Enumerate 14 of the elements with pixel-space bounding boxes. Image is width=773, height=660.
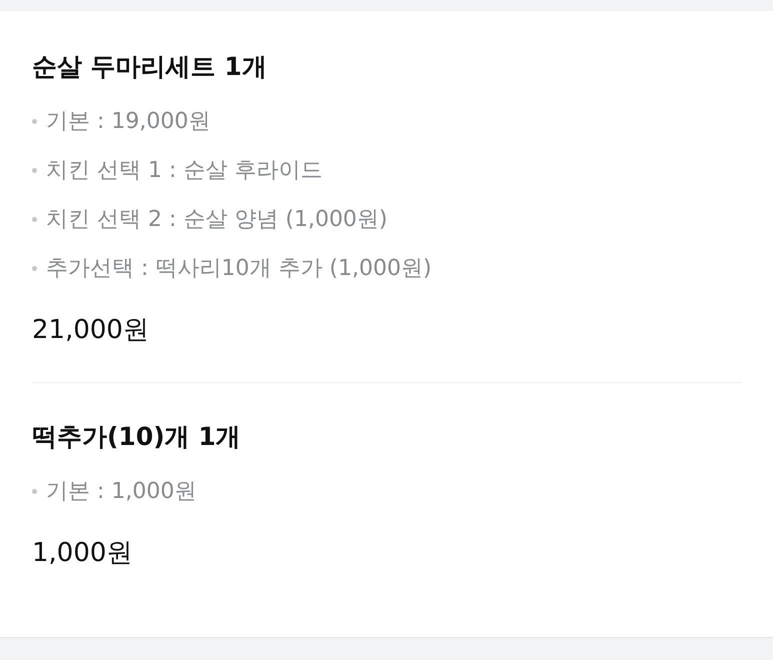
item-title: 순살 두마리세트 1개 — [32, 51, 268, 83]
option-text: 기본 : 1,000원 — [46, 478, 196, 506]
bullet-dot — [32, 118, 37, 124]
bullet-dot — [32, 168, 37, 172]
option-text: 기본 : 19,000원 — [46, 108, 210, 136]
item-title: 떡추가(10)개 1개 — [32, 421, 242, 453]
bullet-dot — [32, 216, 37, 222]
bullet-dot — [32, 266, 37, 270]
item-price: 21,000원 — [32, 314, 150, 347]
option-text: 치킨 선택 1 : 순살 후라이드 — [46, 157, 322, 185]
bullet-dot — [32, 488, 37, 494]
option-text: 추가선택 : 떡사리10개 추가 (1,000원) — [46, 255, 432, 283]
option-text: 치킨 선택 2 : 순살 양념 (1,000원) — [46, 206, 388, 234]
item-price: 1,000원 — [32, 537, 134, 570]
